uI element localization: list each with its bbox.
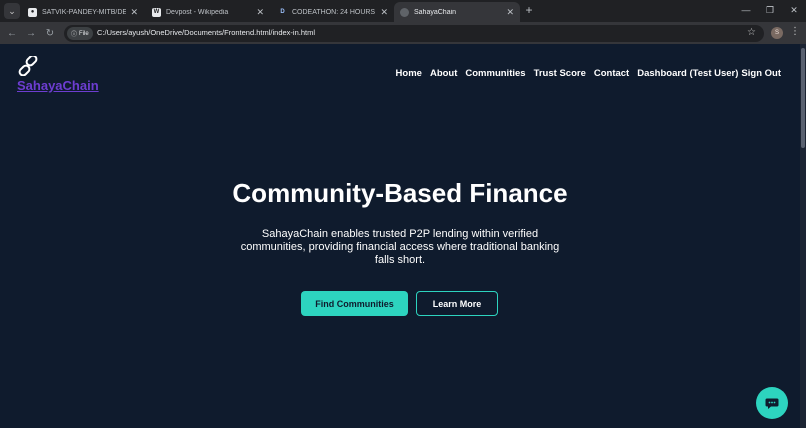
nav-home[interactable]: Home bbox=[396, 68, 422, 79]
back-button[interactable]: ← bbox=[4, 25, 20, 41]
find-communities-button[interactable]: Find Communities bbox=[301, 291, 408, 316]
browser-tab-sahayachain[interactable]: SahayaChain ✕ bbox=[394, 2, 520, 22]
nav-contact[interactable]: Contact bbox=[594, 68, 629, 79]
tab-search-button[interactable]: ⌄ bbox=[4, 3, 20, 19]
nav-dashboard[interactable]: Dashboard (Test User) bbox=[637, 68, 738, 79]
brand-link[interactable]: SahayaChain bbox=[17, 78, 99, 93]
new-tab-button[interactable]: + bbox=[522, 3, 536, 17]
site-info-chip[interactable]: ⓘ File bbox=[67, 27, 93, 40]
tab-title: Devpost - Wikipedia bbox=[166, 8, 229, 16]
chat-button[interactable] bbox=[756, 387, 788, 419]
url-text[interactable]: C:/Users/ayush/OneDrive/Documents/Fronte… bbox=[97, 28, 315, 37]
wikipedia-icon: W bbox=[152, 7, 161, 17]
profile-avatar[interactable]: S bbox=[771, 27, 783, 39]
info-icon: ⓘ bbox=[71, 32, 78, 38]
chat-bubble-icon bbox=[765, 398, 779, 409]
browser-tab-github[interactable]: ● SATVIK-PANDEY-MITB/DECENT ✕ bbox=[22, 2, 144, 22]
browser-toolbar: ← → ↻ ⓘ File C:/Users/ayush/OneDrive/Doc… bbox=[0, 22, 806, 44]
restore-button[interactable]: ❐ bbox=[760, 2, 780, 18]
devpost-icon: D bbox=[278, 7, 287, 17]
link-chain-icon[interactable] bbox=[17, 56, 39, 76]
close-window-button[interactable]: ✕ bbox=[784, 2, 804, 18]
hero-title: Community-Based Finance bbox=[232, 178, 568, 208]
tab-title: CODEATHON: 24 HOURS - Dev bbox=[292, 8, 376, 16]
page-content: SahayaChain Home About Communities Trust… bbox=[0, 44, 806, 428]
bookmark-star-icon[interactable]: ☆ bbox=[747, 27, 756, 38]
reload-button[interactable]: ↻ bbox=[42, 25, 58, 41]
learn-more-button[interactable]: Learn More bbox=[416, 291, 498, 316]
nav-about[interactable]: About bbox=[430, 68, 457, 79]
nav-trust-score[interactable]: Trust Score bbox=[534, 68, 586, 79]
github-icon: ● bbox=[28, 7, 37, 17]
main-nav: Home About Communities Trust Score Conta… bbox=[396, 68, 781, 79]
minimize-button[interactable]: — bbox=[736, 2, 756, 18]
page-scrollbar[interactable] bbox=[800, 44, 806, 428]
address-bar[interactable]: ⓘ File C:/Users/ayush/OneDrive/Documents… bbox=[64, 25, 764, 42]
close-tab-icon[interactable]: ✕ bbox=[256, 7, 264, 18]
nav-sign-out[interactable]: Sign Out bbox=[741, 68, 781, 79]
hero-subtitle: SahayaChain enables trusted P2P lending … bbox=[240, 228, 560, 266]
browser-tab-wikipedia[interactable]: W Devpost - Wikipedia ✕ bbox=[146, 2, 270, 22]
close-tab-icon[interactable]: ✕ bbox=[130, 7, 138, 18]
close-tab-icon[interactable]: ✕ bbox=[506, 7, 514, 18]
nav-communities[interactable]: Communities bbox=[465, 68, 525, 79]
globe-icon bbox=[400, 7, 409, 17]
browser-menu-icon[interactable]: ⋮ bbox=[790, 26, 800, 37]
scrollbar-thumb[interactable] bbox=[801, 48, 805, 148]
browser-tab-bar: ⌄ ● SATVIK-PANDEY-MITB/DECENT ✕ W Devpos… bbox=[0, 0, 806, 22]
user-nav: Dashboard (Test User) Sign Out bbox=[637, 68, 781, 79]
file-chip-label: File bbox=[79, 30, 89, 37]
close-tab-icon[interactable]: ✕ bbox=[380, 7, 388, 18]
tab-title: SahayaChain bbox=[414, 8, 457, 16]
tab-title: SATVIK-PANDEY-MITB/DECENT bbox=[42, 8, 127, 16]
forward-button[interactable]: → bbox=[23, 25, 39, 41]
browser-tab-devpost[interactable]: D CODEATHON: 24 HOURS - Dev ✕ bbox=[272, 2, 394, 22]
